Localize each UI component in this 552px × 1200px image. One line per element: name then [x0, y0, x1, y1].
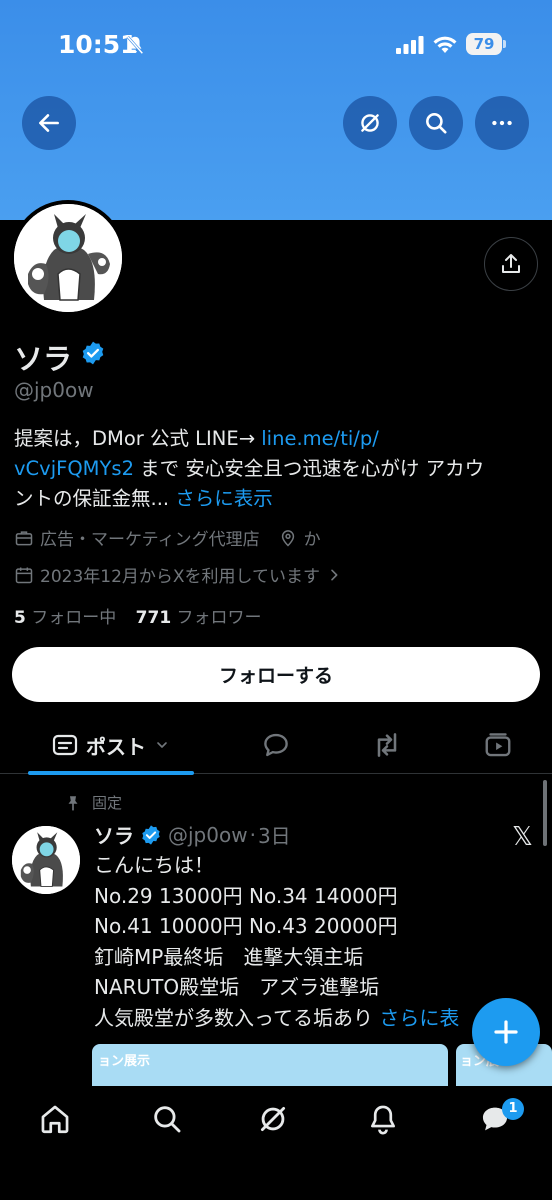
post-line: No.29 13000円 No.34 14000円 [94, 883, 398, 908]
post-author-name[interactable]: ソラ [94, 820, 134, 849]
follow-counts: 5 フォロー中 771 フォロワー [14, 603, 262, 628]
post-header: ソラ @jp0ow · 3日 [94, 820, 291, 849]
chevron-down-icon [157, 742, 167, 748]
post-line: 釘崎MP最終垢 進撃大領主垢 [94, 944, 364, 969]
share-profile-button[interactable] [484, 237, 538, 291]
post-show-more-link[interactable]: さらに表 [379, 1006, 459, 1030]
verified-badge-icon [82, 341, 104, 365]
profile-joined: 2023年12月からXを利用しています [40, 567, 321, 587]
pinned-label: 固定 [92, 794, 123, 812]
bio-link[interactable]: line.me/ti/p/ [261, 427, 379, 450]
bio-link-cont[interactable]: vCvjFQMYs2 [14, 457, 134, 480]
scrollbar[interactable] [543, 780, 547, 846]
grok-icon [361, 114, 379, 132]
profile-tabs: ポスト [0, 716, 552, 775]
post-line: No.41 10000円 No.43 20000円 [94, 914, 398, 938]
bio-show-more-link[interactable]: さらに表示 [175, 487, 273, 510]
back-button[interactable] [22, 96, 76, 150]
bio-text-3: ントの保証金無... [14, 487, 176, 510]
post-media-1[interactable]: ョン展示 [92, 1044, 448, 1086]
followers-count: 771 [135, 608, 172, 628]
posts-feed-icon [52, 734, 78, 756]
grok-icon [260, 1106, 286, 1132]
chevron-right-icon [331, 569, 338, 580]
bottom-navigation [0, 1086, 552, 1200]
following-count: 5 [14, 608, 26, 628]
cellular-signal-icon [396, 36, 424, 54]
tab-replies[interactable] [258, 716, 294, 774]
followers-label: フォロワー [171, 608, 262, 628]
search-icon [426, 113, 447, 134]
profile-category: 広告・マーケティング代理店 [40, 530, 260, 550]
follow-button[interactable]: フォローする [12, 647, 540, 702]
profile-joined-row[interactable]: 2023年12月からXを利用しています [14, 562, 348, 587]
bio-text-2: まで 安心安全且つ迅速を心がけ アカウ [133, 457, 485, 480]
briefcase-icon [15, 530, 33, 545]
reply-icon [264, 733, 288, 757]
share-icon [502, 254, 520, 273]
nav-search[interactable] [150, 1102, 184, 1136]
profile-avatar[interactable] [10, 200, 126, 316]
profile-name: ソラ [14, 342, 73, 376]
more-button[interactable] [475, 96, 529, 150]
verified-badge-icon [142, 824, 160, 845]
post-author-avatar[interactable] [12, 826, 80, 894]
post-line: こんにちは！ [94, 853, 214, 877]
tab-posts-label: ポスト [86, 734, 146, 759]
following-link[interactable]: 5 フォロー中 [14, 608, 116, 628]
pinned-indicator: 固定 [64, 792, 122, 813]
post-text[interactable]: こんにちは！ No.29 13000円 No.34 14000円 No.41 1… [94, 850, 534, 1033]
location-pin-icon [281, 529, 294, 547]
followers-link[interactable]: 771 フォロワー [136, 608, 262, 628]
video-icon [485, 733, 511, 757]
bell-icon [371, 1105, 395, 1135]
profile-meta-category-row: 広告・マーケティング代理店 か [14, 525, 321, 550]
post-author-handle: @jp0ow [168, 822, 248, 847]
bio-text-1: 提案は，DMor 公式 LINE→ [14, 427, 262, 450]
arrow-left-icon [39, 114, 59, 132]
calendar-icon [15, 567, 33, 583]
post-separator: · [249, 822, 256, 847]
following-label: フォロー中 [25, 608, 117, 628]
post-time[interactable]: 3日 [258, 820, 291, 849]
compose-post-button[interactable] [472, 998, 540, 1066]
battery-icon: 79 [466, 33, 506, 55]
profile-location: か [303, 530, 321, 550]
tab-reposts[interactable] [369, 716, 405, 774]
home-icon [41, 1105, 69, 1134]
tab-media[interactable] [480, 716, 516, 774]
profile-handle: @jp0ow [14, 378, 94, 402]
media-caption-1: ョン展示 [98, 1054, 151, 1069]
profile-bio: 提案は，DMor 公式 LINE→ line.me/ti/p/ vCvjFQMY… [14, 424, 542, 514]
bell-off-icon [126, 35, 144, 55]
search-icon [154, 1106, 181, 1133]
plus-icon [494, 1020, 518, 1044]
status-bar: 10:51 79 [0, 0, 552, 90]
search-button[interactable] [409, 96, 463, 150]
grok-button[interactable] [343, 96, 397, 150]
battery-level: 79 [466, 33, 502, 55]
more-icon [492, 120, 512, 126]
wifi-icon [433, 36, 457, 53]
pin-icon [68, 795, 78, 811]
nav-grok[interactable] [256, 1102, 290, 1136]
messages-badge: 1 [502, 1098, 524, 1120]
nav-notifications[interactable] [366, 1102, 400, 1136]
x-logo-icon: 𝕏 [512, 822, 533, 852]
active-tab-indicator [28, 771, 194, 775]
tab-posts[interactable]: ポスト [28, 716, 194, 774]
avatar-illustration [14, 204, 122, 312]
nav-home[interactable] [38, 1102, 72, 1136]
repost-icon [377, 733, 397, 757]
post-line: NARUTO殿堂垢 アズラ進撃垢 [94, 975, 380, 999]
post-line: 人気殿堂が多数入ってる垢あり [94, 1005, 380, 1030]
avatar-illustration-small [12, 826, 80, 894]
